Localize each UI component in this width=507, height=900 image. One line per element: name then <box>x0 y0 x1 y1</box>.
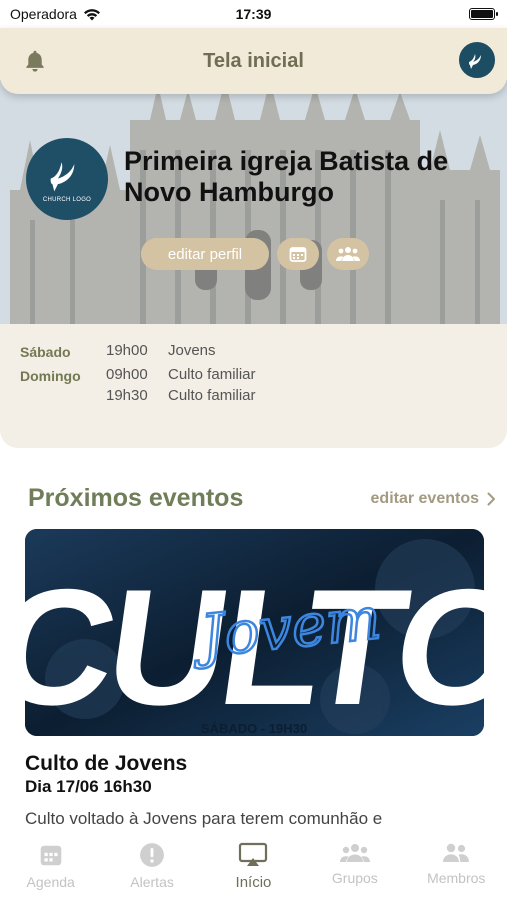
event-date: Dia 17/06 16h30 <box>25 777 152 796</box>
tab-agenda[interactable]: Agenda <box>1 842 101 890</box>
schedule-day: Domingo <box>20 368 81 384</box>
edit-events-link[interactable]: editar eventos <box>371 490 496 508</box>
members-icon <box>443 843 470 862</box>
carrier-label: Operadora <box>10 6 77 22</box>
edit-events-label: editar eventos <box>370 489 479 507</box>
tab-label: Grupos <box>331 870 378 886</box>
tab-grupos[interactable]: Grupos <box>305 842 405 886</box>
members-button[interactable] <box>327 238 369 270</box>
church-avatar[interactable] <box>457 40 497 80</box>
tab-label: Membros <box>427 870 486 886</box>
calendar-icon <box>40 845 61 866</box>
church-profile-card: CHURCH LOGO Primeira igreja Batista de N… <box>0 80 507 448</box>
calendar-button[interactable] <box>277 238 319 270</box>
tab-label: Alertas <box>130 874 174 890</box>
church-name: Primeira igreja Batista de Novo Hamburgo <box>124 146 449 207</box>
page-title: Tela inicial <box>203 49 304 72</box>
dove-icon <box>469 54 481 69</box>
dove-logo-icon <box>50 162 75 192</box>
tab-alertas[interactable]: Alertas <box>102 842 202 890</box>
schedule-time: 09h00 <box>106 366 148 383</box>
top-navigation-bar: Tela inicial <box>0 28 507 94</box>
home-screen-icon <box>239 842 268 866</box>
tab-label: Agenda <box>26 874 75 890</box>
event-banner[interactable]: CULTO Jovem SÁBADO - 19H30 <box>25 529 484 736</box>
tab-membros[interactable]: Membros <box>406 842 506 886</box>
tab-inicio[interactable]: Início <box>203 842 303 891</box>
schedule-item: 09h00 Culto familiar <box>106 366 256 383</box>
bottom-tab-bar: Agenda Alertas Início Grupos Membros <box>0 832 507 900</box>
profile-actions: editar perfil <box>141 238 369 270</box>
status-bar: Operadora 17:39 <box>0 0 507 28</box>
events-section-title: Próximos eventos <box>28 484 244 512</box>
service-schedule: Sábado 19h00 Jovens Domingo 09h00 Culto … <box>20 342 490 410</box>
schedule-day: Sábado <box>20 344 71 360</box>
schedule-time: 19h30 <box>106 387 148 404</box>
event-description: Culto voltado à Jovens para terem comunh… <box>25 809 383 828</box>
bell-icon[interactable] <box>22 48 48 74</box>
wifi-icon <box>83 8 100 20</box>
groups-icon <box>339 844 370 862</box>
people-icon <box>336 247 360 261</box>
culto-jovem-artwork: CULTO Jovem SÁBADO - 19H30 <box>25 529 484 736</box>
schedule-item: 19h30 Culto familiar <box>106 387 256 404</box>
schedule-row-saturday: Sábado 19h00 Jovens <box>20 342 490 360</box>
schedule-label: Jovens <box>168 342 216 359</box>
schedule-row-sunday: Domingo 09h00 Culto familiar 19h30 Culto… <box>20 366 490 404</box>
chevron-right-icon <box>487 492 495 505</box>
event-title[interactable]: Culto de Jovens <box>25 752 187 776</box>
logo-caption: CHURCH LOGO <box>42 197 92 203</box>
schedule-label: Culto familiar <box>168 387 256 404</box>
tab-label: Início <box>235 874 272 891</box>
edit-profile-button[interactable]: editar perfil <box>141 238 269 270</box>
church-logo: CHURCH LOGO <box>26 138 108 220</box>
events-header: Próximos eventos editar eventos <box>28 484 496 513</box>
schedule-time: 19h00 <box>106 342 148 359</box>
battery-icon <box>469 8 498 20</box>
status-left: Operadora <box>10 6 101 22</box>
schedule-label: Culto familiar <box>168 366 256 383</box>
calendar-icon <box>289 247 307 262</box>
alert-icon <box>140 843 164 867</box>
schedule-item: 19h00 Jovens <box>106 342 216 359</box>
